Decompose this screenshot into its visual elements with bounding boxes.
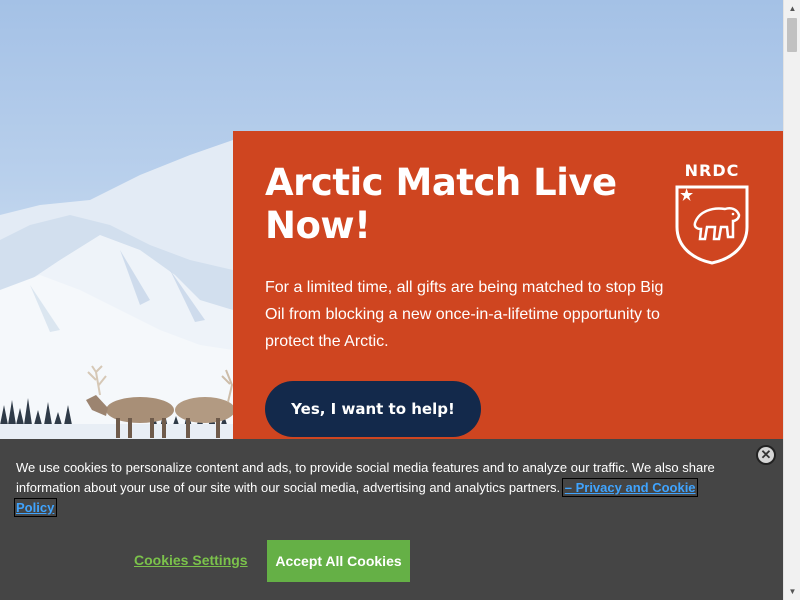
scroll-up-arrow-icon[interactable]: ▲ xyxy=(784,0,800,17)
cookies-settings-button[interactable]: Cookies Settings xyxy=(134,552,248,568)
promo-title: Arctic Match Live Now! xyxy=(265,161,617,247)
promo-body: For a limited time, all gifts are being … xyxy=(265,279,664,350)
cookie-consent-banner: ✕ We use cookies to personalize content … xyxy=(0,439,783,600)
nrdc-logo-text: NRDC xyxy=(684,161,740,180)
scroll-thumb[interactable] xyxy=(787,18,797,52)
scroll-down-arrow-icon[interactable]: ▼ xyxy=(784,583,800,600)
donate-cta-button[interactable]: Yes, I want to help! xyxy=(265,381,481,437)
close-icon[interactable]: ✕ xyxy=(756,445,776,465)
promo-card: Arctic Match Live Now! For a limited tim… xyxy=(233,131,783,451)
accept-all-cookies-button[interactable]: Accept All Cookies xyxy=(267,540,410,582)
cookie-notice-text: We use cookies to personalize content an… xyxy=(14,458,736,518)
vertical-scrollbar[interactable]: ▲ ▼ xyxy=(783,0,800,600)
nrdc-logo[interactable]: NRDC xyxy=(673,161,751,265)
